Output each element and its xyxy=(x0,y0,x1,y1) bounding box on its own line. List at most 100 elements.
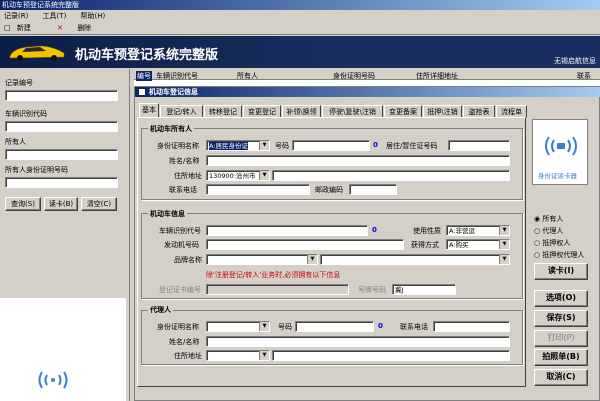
menu-record[interactable]: 记录(R) xyxy=(4,12,28,20)
owner-label: 所有人 xyxy=(5,138,26,146)
cert-no-label: 登记证书编号 xyxy=(159,286,201,294)
card-reader-icon xyxy=(38,371,68,389)
options-button[interactable]: 选项(O) xyxy=(534,290,588,307)
menu-help[interactable]: 帮助(H) xyxy=(81,12,106,20)
car-logo-icon xyxy=(9,45,65,61)
agent-name-label: 姓名/名称 xyxy=(169,338,200,346)
brand-select[interactable] xyxy=(206,254,318,265)
radio-agent[interactable]: ○ 代理人 xyxy=(534,226,563,236)
dialog-titlebar: 机动车登记信息 xyxy=(135,87,600,97)
use-nature-select[interactable]: A:非营运 xyxy=(446,225,510,236)
agent-id-no-input[interactable] xyxy=(295,321,374,332)
save-button[interactable]: 保存(S) xyxy=(534,310,588,327)
search-panel: 记录编号 车辆识别代码 所有人 所有人身份证明号码 查询(S) 读卡(B) 清空… xyxy=(0,69,130,401)
column-header[interactable]: 身份证明号码 xyxy=(333,71,375,81)
required-info-warning: 除'注册登记/转入'业务时,必须拥有以下信息 xyxy=(206,271,341,279)
radio-owner[interactable]: ◉ 所有人 xyxy=(534,214,563,224)
menu-tools[interactable]: 工具(T) xyxy=(43,12,67,20)
agent-phone-input[interactable] xyxy=(433,321,510,332)
owner-id-no-label: 号码 xyxy=(275,142,289,150)
radio-mortgagee[interactable]: ○ 抵押权人 xyxy=(534,238,570,248)
vehicle-vin-input[interactable] xyxy=(206,225,368,236)
acquire-method-select[interactable]: A:购买 xyxy=(446,239,510,250)
dialog-title: 机动车登记信息 xyxy=(149,88,198,96)
column-header[interactable]: 联系 xyxy=(577,71,591,81)
engine-no-label: 发动机号码 xyxy=(164,241,199,249)
header-banner: 机动车预登记系统完整版 无锡启航信息 xyxy=(0,36,600,68)
agent-address-select[interactable] xyxy=(206,350,270,361)
column-header[interactable]: 编号 xyxy=(136,71,152,81)
agent-phone-label: 联系电话 xyxy=(400,323,428,331)
query-button[interactable]: 查询(S) xyxy=(5,197,41,211)
engine-no-input[interactable] xyxy=(206,239,404,250)
model-select[interactable] xyxy=(320,254,510,265)
column-header[interactable]: 所有人 xyxy=(237,71,258,81)
read-card-button[interactable]: 读卡(I) xyxy=(534,263,588,280)
agent-id-type-select[interactable] xyxy=(206,321,270,332)
radio-mortgagee-agent[interactable]: ○ 抵押权代理人 xyxy=(534,250,584,260)
use-nature-label: 使用性质 xyxy=(413,227,441,235)
print-button[interactable]: 打印(P) xyxy=(534,330,588,347)
delete-label: 删除 xyxy=(77,24,92,32)
menu-bar: 记录(R) 工具(T) 帮助(H) xyxy=(0,10,600,22)
plate-no-label: 号牌号码 xyxy=(358,286,386,294)
owner-id-type-value: A:居民身份证 xyxy=(209,142,249,150)
cancel-button[interactable]: 取消(C) xyxy=(534,369,588,386)
vin-input[interactable] xyxy=(5,121,118,132)
plate-no-input[interactable]: 冀J xyxy=(392,284,456,295)
company-name: 无锡启航信息 xyxy=(554,57,596,65)
postcode-input[interactable] xyxy=(349,184,397,195)
owner-name-input[interactable] xyxy=(206,155,510,166)
agent-name-input[interactable] xyxy=(206,336,510,347)
record-no-input[interactable] xyxy=(5,90,118,101)
residence-permit-input[interactable] xyxy=(448,140,510,151)
owner-id-type-select[interactable]: A:居民身份证 xyxy=(206,140,270,151)
id-card-reader-label: 身份证读卡器 xyxy=(538,172,577,180)
owner-address-label: 住所地址 xyxy=(174,172,202,180)
vehicle-group-title: 机动车信息 xyxy=(148,209,187,219)
owner-address-select[interactable]: 130900:沧州市 xyxy=(206,170,270,181)
postcode-label: 邮政编码 xyxy=(315,186,343,194)
vehicle-vin-count: 0 xyxy=(372,226,377,234)
use-nature-value: A:非营运 xyxy=(449,227,476,235)
delete-icon: ✕ xyxy=(57,24,63,32)
vin-label: 车辆识别代码 xyxy=(5,110,47,118)
owner-id-no-input[interactable] xyxy=(292,140,370,151)
acquire-method-value: A:购买 xyxy=(449,241,469,249)
owner-id-no-count: 0 xyxy=(373,141,378,149)
read-card-button[interactable]: 读卡(B) xyxy=(44,197,78,211)
residence-permit-label: 居住/暂住证号码 xyxy=(386,142,438,150)
owner-group-title: 机动车所有人 xyxy=(148,124,194,134)
owner-id-label: 所有人身份证明号码 xyxy=(5,166,68,174)
column-header[interactable]: 住所详细地址 xyxy=(416,71,458,81)
new-label: 新建 xyxy=(16,24,31,32)
owner-id-input[interactable] xyxy=(5,177,118,188)
dialog-icon xyxy=(138,88,146,96)
new-button[interactable]: □ 新建 xyxy=(4,24,39,32)
column-header[interactable]: 车辆识别代号 xyxy=(156,71,198,81)
photo-sheet-button[interactable]: 拍照单(B) xyxy=(534,349,588,366)
owner-id-type-label: 身份证明名称 xyxy=(157,142,199,150)
agent-address-detail-input[interactable] xyxy=(272,350,510,361)
clear-button[interactable]: 清空(C) xyxy=(81,197,117,211)
tab-basic[interactable]: 基本 xyxy=(139,103,159,118)
id-card-reader-panel: 身份证读卡器 xyxy=(532,119,588,185)
agent-group-title: 代理人 xyxy=(148,305,173,315)
owner-input[interactable] xyxy=(5,149,118,160)
radio-mortgagee-agent-label: 抵押权代理人 xyxy=(542,251,585,259)
plate-no-value: 冀J xyxy=(395,286,404,294)
vehicle-vin-label: 车辆识别代号 xyxy=(159,227,201,235)
delete-button[interactable]: ✕ 删除 xyxy=(53,24,99,32)
cert-no-input[interactable] xyxy=(206,284,349,295)
owner-phone-input[interactable] xyxy=(206,184,310,195)
card-reader-preview xyxy=(0,298,126,401)
toolbar: □ 新建 ✕ 删除 xyxy=(0,22,600,35)
agent-id-no-label: 号码 xyxy=(278,323,292,331)
id-card-reader-icon xyxy=(545,136,577,156)
owner-address-detail-input[interactable] xyxy=(272,170,510,181)
agent-id-no-count: 0 xyxy=(378,322,383,330)
agent-address-label: 住所地址 xyxy=(174,352,202,360)
record-no-label: 记录编号 xyxy=(5,79,33,87)
acquire-method-label: 获得方式 xyxy=(411,241,439,249)
app-title: 机动车预登记系统完整版 xyxy=(75,48,219,63)
